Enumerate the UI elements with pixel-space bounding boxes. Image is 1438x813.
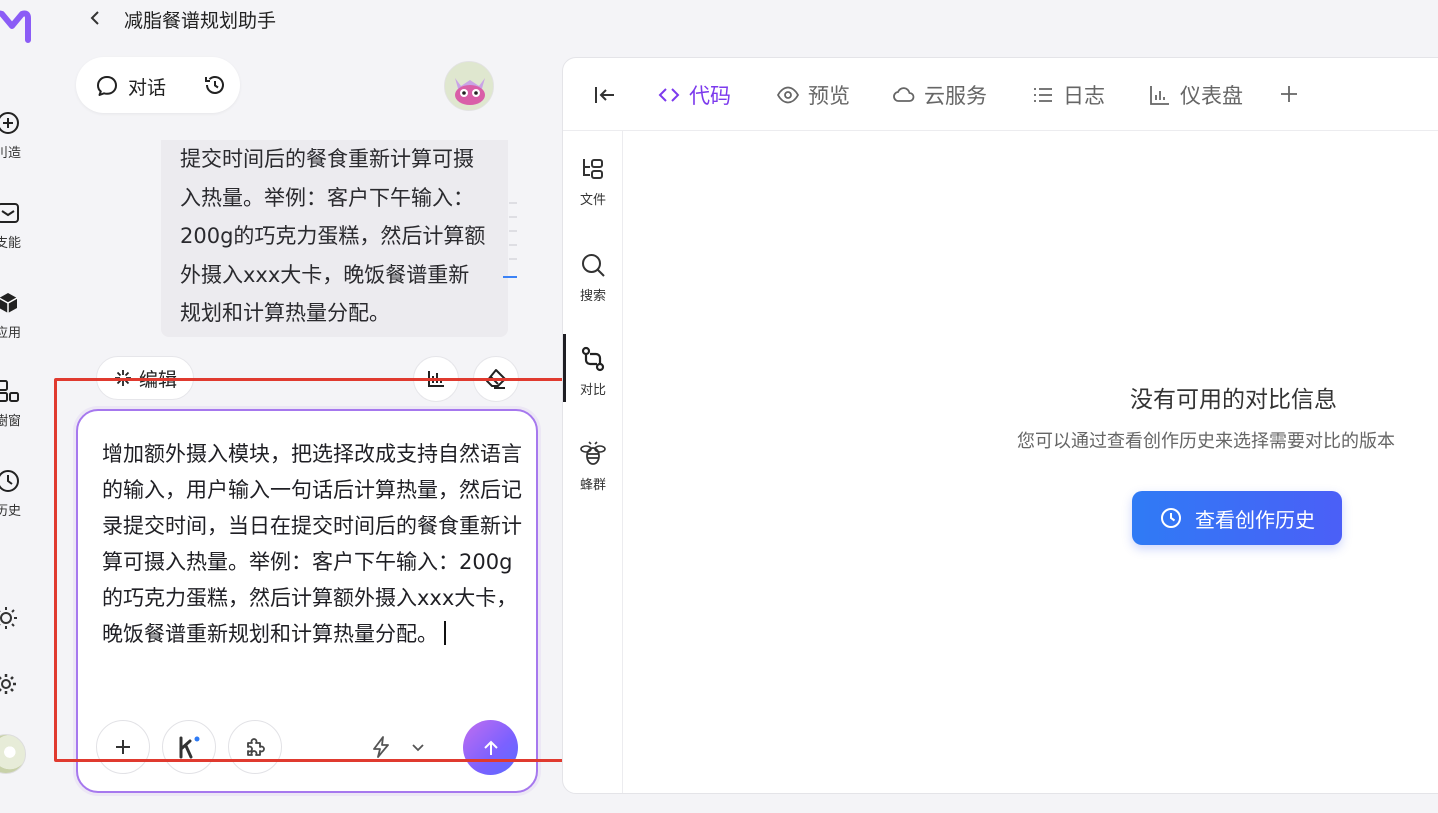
sidetool-label: 文件 <box>579 193 606 208</box>
inbox-icon <box>0 203 19 223</box>
theme-toggle[interactable] <box>0 606 18 630</box>
rail-item-showcase[interactable]: 樹窗 <box>0 378 30 434</box>
rail-item-apps[interactable]: 应用 <box>0 290 30 346</box>
plus-circle-icon <box>0 112 19 134</box>
sidetool-search[interactable]: 搜索 <box>566 251 620 304</box>
logo-icon <box>0 10 31 43</box>
message-bubble: 提交时间后的餐食重新计算可摄入热量。举例：客户下午输入：200g的巧克力蛋糕，然… <box>161 140 508 337</box>
gear-icon <box>0 674 16 694</box>
panel-divider <box>563 130 1438 131</box>
tab-log[interactable]: 日志 <box>1031 80 1105 110</box>
highlight-annotation <box>54 378 626 762</box>
scroll-indicator[interactable] <box>503 202 517 282</box>
list-icon <box>1034 88 1052 102</box>
tab-preview-label: 预览 <box>808 84 850 108</box>
tab-cloud-label: 云服务 <box>924 84 987 108</box>
app-logo[interactable] <box>0 6 32 46</box>
rail-item-label: 历史 <box>0 504 21 519</box>
diff-icon <box>581 346 605 372</box>
tab-cloud[interactable]: 云服务 <box>892 80 987 110</box>
collapse-left-icon <box>595 87 614 103</box>
sidetool-files[interactable]: 文件 <box>566 155 620 208</box>
rail-item-label: 樹窗 <box>0 414 21 429</box>
cloud-icon <box>893 87 915 102</box>
chevron-left-icon <box>90 11 99 25</box>
clock-icon <box>0 470 19 492</box>
empty-state-subtitle: 您可以通过查看创作历史来选择需要对比的版本 <box>1017 431 1395 452</box>
add-tab-button[interactable] <box>1277 82 1301 106</box>
plus-icon <box>1281 86 1297 102</box>
rail-item-create[interactable]: 刂造 <box>0 110 30 166</box>
sidetool-label: 搜索 <box>579 289 606 304</box>
sidetool-label: 蜂群 <box>579 478 606 493</box>
sun-icon <box>0 607 17 629</box>
sidetool-label: 对比 <box>579 383 606 398</box>
user-avatar[interactable] <box>0 734 26 774</box>
tab-code[interactable]: 代码 <box>657 80 731 110</box>
bot-face-icon <box>445 62 493 110</box>
history-icon <box>205 76 224 94</box>
code-brackets-icon <box>658 88 680 102</box>
tab-dashboard-label: 仪表盘 <box>1180 84 1243 108</box>
rail-item-skills[interactable]: 支能 <box>0 200 30 256</box>
tab-log-label: 日志 <box>1063 84 1105 108</box>
clock-icon <box>1161 508 1181 528</box>
tab-chat-label: 对话 <box>128 76 167 99</box>
bot-avatar <box>444 61 494 111</box>
history-button[interactable] <box>202 72 228 98</box>
panel-side-divider <box>622 131 623 793</box>
view-history-label: 查看创作历史 <box>1195 507 1315 532</box>
bar-chart-icon <box>1150 86 1169 105</box>
back-button[interactable] <box>84 6 108 30</box>
chat-bubble-icon <box>97 76 117 96</box>
rail-item-label: 支能 <box>0 236 21 251</box>
eye-icon <box>776 86 800 104</box>
collapse-panel-button[interactable] <box>592 82 618 108</box>
sidetool-diff[interactable]: 对比 <box>566 345 620 398</box>
tab-chat[interactable]: 对话 <box>94 72 166 100</box>
layout-icon <box>0 380 19 402</box>
settings-button[interactable] <box>0 672 18 696</box>
cube-icon <box>0 293 18 313</box>
sidetool-swarm[interactable]: 蜂群 <box>566 440 620 493</box>
tab-preview[interactable]: 预览 <box>776 80 850 110</box>
view-history-button[interactable]: 查看创作历史 <box>1132 491 1342 545</box>
bee-icon <box>580 441 606 465</box>
empty-state-title: 没有可用的对比信息 <box>1130 387 1337 413</box>
page-title: 减脂餐谱规划助手 <box>124 10 277 32</box>
rail-item-history[interactable]: 历史 <box>0 468 30 524</box>
file-tree-icon <box>583 159 603 179</box>
rail-item-label: 刂造 <box>0 146 21 161</box>
search-icon <box>582 254 605 277</box>
tab-code-label: 代码 <box>689 84 731 108</box>
tab-dashboard[interactable]: 仪表盘 <box>1148 80 1243 110</box>
workspace-panel <box>562 57 1438 794</box>
rail-item-label: 应用 <box>0 326 21 341</box>
